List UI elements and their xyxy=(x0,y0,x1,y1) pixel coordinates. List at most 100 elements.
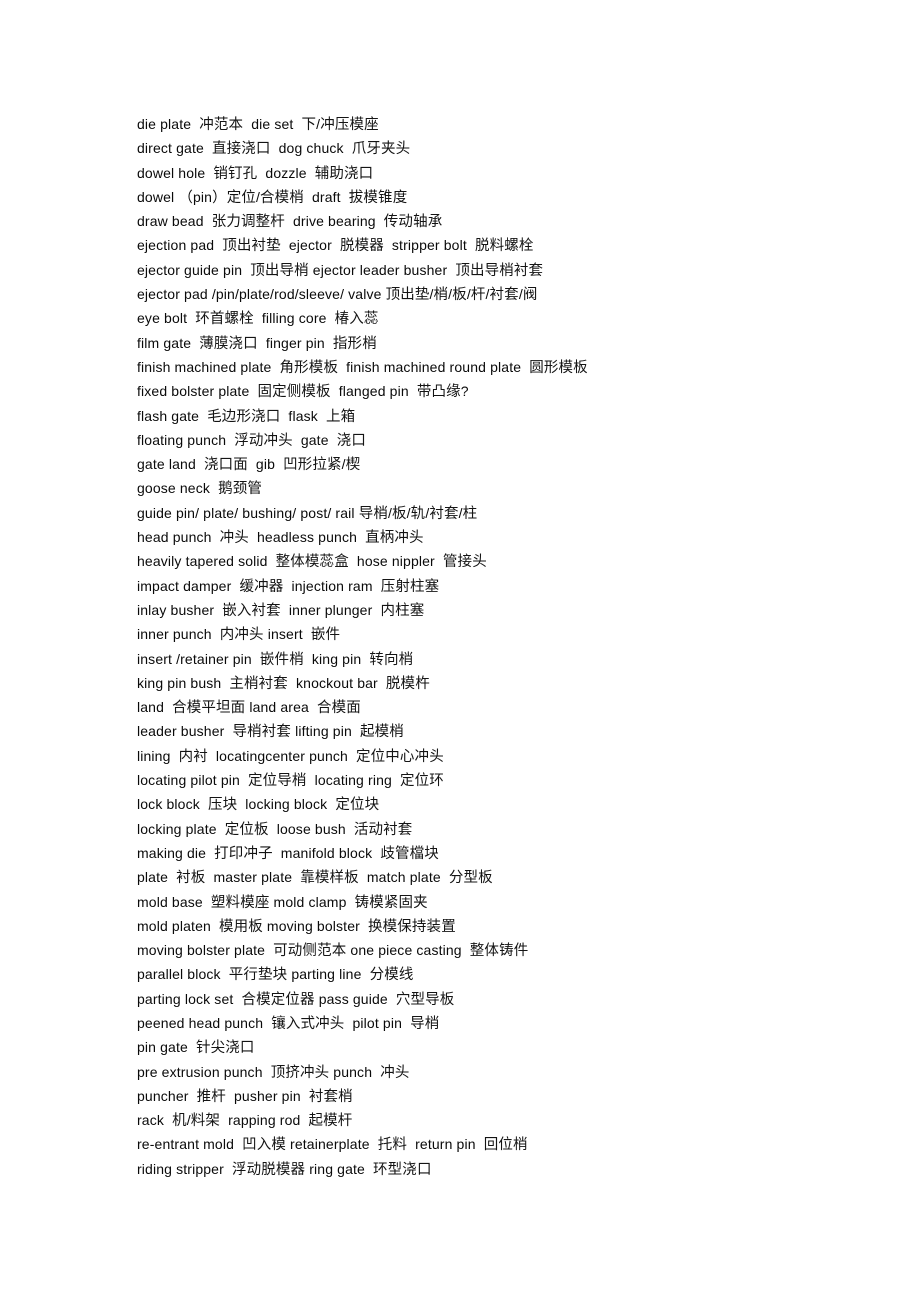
glossary-entry-line: ejector guide pin 顶出导梢 ejector leader bu… xyxy=(137,261,544,279)
glossary-entry-line: guide pin/ plate/ bushing/ post/ rail 导梢… xyxy=(137,504,478,522)
glossary-entry-line: plate 衬板 master plate 靠模样板 match plate 分… xyxy=(137,869,493,887)
chinese-term: 毛边形浇口 xyxy=(207,408,281,425)
chinese-term: 薄膜浇口 xyxy=(199,335,258,352)
chinese-term: 机 xyxy=(172,1113,187,1130)
chinese-term: 阀 xyxy=(522,287,538,304)
chinese-term: 分模线 xyxy=(369,967,414,984)
chinese-term: 顶出导梢衬套 xyxy=(455,262,544,279)
glossary-entry-line: die plate 冲范本 die set 下/冲压模座 xyxy=(137,116,379,133)
chinese-term: 合模定位器 xyxy=(241,991,315,1008)
glossary-entry-line: pin gate 针尖浇口 xyxy=(137,1039,255,1057)
glossary-entry-line: direct gate 直接浇口 dog chuck 爪牙夹头 xyxy=(137,140,411,158)
glossary-entry-line: mold base 塑料模座 mold clamp 铸模紧固夹 xyxy=(137,893,428,911)
glossary-entry-line: head punch 冲头 headless punch 直柄冲头 xyxy=(137,529,424,547)
chinese-term: 楔 xyxy=(345,457,361,474)
chinese-term: 塑料模座 xyxy=(210,894,270,911)
chinese-term: 分型板 xyxy=(448,870,493,887)
chinese-term: 缓冲器 xyxy=(239,578,284,595)
chinese-term: 板 xyxy=(392,505,407,522)
glossary-entry-line: leader busher 导梢衬套 lifting pin 起模梢 xyxy=(137,723,404,741)
chinese-term: 定位块 xyxy=(335,797,380,814)
chinese-term: 内衬 xyxy=(178,748,208,765)
chinese-term: 衬套 xyxy=(429,505,459,522)
chinese-term: 起模梢 xyxy=(359,724,404,741)
glossary-entry-line: riding stripper 浮动脱模器 ring gate 环型浇口 xyxy=(137,1160,432,1178)
chinese-term: 靠模样板 xyxy=(300,870,359,887)
chinese-term: 上箱 xyxy=(325,408,356,425)
glossary-entry-line: moving bolster plate 可动侧范本 one piece cas… xyxy=(137,942,529,960)
chinese-term: 传动轴承 xyxy=(383,214,443,231)
chinese-term: 带凸缘 xyxy=(416,384,461,401)
glossary-entry-line: fixed bolster plate 固定侧模板 flanged pin 带凸… xyxy=(137,383,469,401)
chinese-term: 导梢衬套 xyxy=(232,724,292,741)
chinese-term: 衬套 xyxy=(489,287,519,304)
chinese-term: 下 xyxy=(301,117,317,133)
document-page: die plate 冲范本 die set 下/冲压模座 direct gate … xyxy=(0,0,920,1302)
glossary-entry-line: ejection pad 顶出衬垫 ejector 脱模器 stripper b… xyxy=(137,237,534,255)
chinese-term: 可动侧范本 xyxy=(273,943,347,960)
chinese-term: 轨 xyxy=(410,505,426,522)
chinese-term: 活动衬套 xyxy=(353,821,413,838)
chinese-term: 管接头 xyxy=(442,554,487,571)
glossary-entry-line: eye bolt 环首螺栓 filling core 椿入蕊 xyxy=(137,310,379,328)
chinese-term: 直柄冲头 xyxy=(365,530,424,547)
glossary-entry-line: making die 打印冲子 manifold block 歧管檔块 xyxy=(137,844,439,862)
glossary-entry-line: finish machined plate 角形模板 finish machin… xyxy=(137,358,588,376)
glossary-entry-line: re-entrant mold 凹入模 retainerplate 托料 ret… xyxy=(137,1136,528,1154)
chinese-term: 换模保持装置 xyxy=(368,918,456,935)
glossary-entry-line: dowel hole 销钉孔 dozzle 辅助浇口 xyxy=(137,164,374,182)
glossary-entry-line: inner punch 内冲头 insert 嵌件 xyxy=(137,626,341,644)
chinese-term: 顶出导梢 xyxy=(250,262,309,279)
glossary-entry-line: gate land 浇口面 gib 凹形拉紧/楔 xyxy=(137,456,361,474)
chinese-term: 环型浇口 xyxy=(373,1161,432,1178)
glossary-entry-line: lining 内衬 locatingcenter punch 定位中心冲头 xyxy=(137,747,444,765)
chinese-term: 浇口面 xyxy=(203,457,248,474)
chinese-term: 衬板 xyxy=(176,870,206,887)
chinese-term: 针尖浇口 xyxy=(196,1040,255,1057)
chinese-term: 内柱塞 xyxy=(380,602,425,619)
chinese-term: 平行垫块 xyxy=(228,967,288,984)
chinese-term: 嵌件 xyxy=(310,627,341,644)
chinese-term: 合模梢 xyxy=(260,189,304,206)
chinese-term: 板 xyxy=(452,287,467,304)
chinese-term: 整体模蕊盒 xyxy=(275,554,349,571)
chinese-term: 模用板 xyxy=(218,918,263,935)
chinese-term: 压块 xyxy=(207,797,238,814)
chinese-term: ）定位 xyxy=(212,189,256,206)
chinese-term: 铸模紧固夹 xyxy=(354,894,428,911)
chinese-term: 托料 xyxy=(377,1137,408,1154)
chinese-term: 顶出衬垫 xyxy=(222,238,281,255)
chinese-term: 内冲头 xyxy=(219,627,264,644)
chinese-term: 穴型导板 xyxy=(395,991,455,1008)
chinese-term: 定位导梢 xyxy=(247,773,307,790)
chinese-term: 椿入蕊 xyxy=(334,311,379,328)
chinese-term: 脱模杵 xyxy=(385,675,430,692)
chinese-term: 压射柱塞 xyxy=(380,578,440,595)
chinese-term: 转向梢 xyxy=(369,651,414,668)
glossary-entry-line: heavily tapered solid 整体模蕊盒 hose nippler… xyxy=(137,553,487,571)
chinese-term: 冲范本 xyxy=(199,117,244,133)
chinese-term: 定位板 xyxy=(224,821,269,838)
chinese-term: 回位梢 xyxy=(483,1137,528,1154)
chinese-term: 鹅颈管 xyxy=(218,481,262,498)
glossary-entry-line: flash gate 毛边形浇口 flask 上箱 xyxy=(137,407,356,425)
glossary-entry-line: goose neck 鹅颈管 xyxy=(137,480,262,498)
glossary-entry-line: locating pilot pin 定位导梢 locating ring 定位… xyxy=(137,772,444,790)
glossary-entry-line: inlay busher 嵌入衬套 inner plunger 内柱塞 xyxy=(137,601,425,619)
chinese-term: 拔模锥度 xyxy=(348,189,408,206)
glossary-entry-line: pre extrusion punch 顶挤冲头 punch 冲头 xyxy=(137,1063,410,1081)
glossary-entry-line: mold platen 模用板 moving bolster 换模保持装置 xyxy=(137,917,456,935)
chinese-term: 浇口 xyxy=(336,432,366,449)
chinese-term: 角形模板 xyxy=(279,359,339,376)
chinese-term: 导梢 xyxy=(410,1015,440,1032)
glossary-entry-line: draw bead 张力调整杆 drive bearing 传动轴承 xyxy=(137,213,443,231)
glossary-entry-line: parallel block 平行垫块 parting line 分模线 xyxy=(137,966,414,984)
chinese-term: 凹形拉紧 xyxy=(283,457,342,474)
chinese-term: 打印冲子 xyxy=(214,845,273,862)
glossary-entry-line: floating punch 浮动冲头 gate 浇口 xyxy=(137,431,366,449)
glossary-entry-line: land 合模平坦面 land area 合模面 xyxy=(137,699,361,717)
chinese-term: 嵌件梢 xyxy=(259,651,304,668)
chinese-term: 销钉孔 xyxy=(213,165,258,182)
chinese-term: 歧管檔块 xyxy=(380,845,439,862)
chinese-term: 定位环 xyxy=(399,773,444,790)
